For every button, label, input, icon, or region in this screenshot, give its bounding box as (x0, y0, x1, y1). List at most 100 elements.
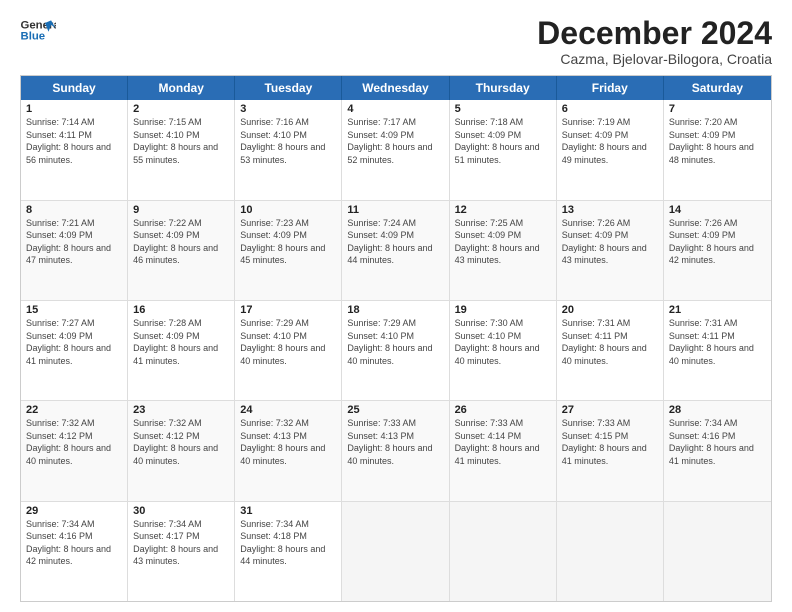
calendar-cell: 28 Sunrise: 7:34 AMSunset: 4:16 PMDayligh… (664, 401, 771, 500)
cell-text: Sunrise: 7:25 AMSunset: 4:09 PMDaylight:… (455, 218, 540, 266)
calendar-cell: 17Sunrise: 7:29 AMSunset: 4:10 PMDayligh… (235, 301, 342, 400)
day-number: 11 (347, 204, 443, 216)
cell-text: Sunrise: 7:15 AMSunset: 4:10 PMDaylight:… (133, 117, 218, 165)
day-number: 2 (133, 103, 229, 115)
calendar-cell: 11Sunrise: 7:24 AMSunset: 4:09 PMDayligh… (342, 201, 449, 300)
calendar-cell (450, 502, 557, 601)
cell-text: Sunrise: 7:34 AMSunset: 4:18 PMDaylight:… (240, 519, 325, 567)
calendar-cell: 10Sunrise: 7:23 AMSunset: 4:09 PMDayligh… (235, 201, 342, 300)
cell-text: Sunrise: 7:22 AMSunset: 4:09 PMDaylight:… (133, 218, 218, 266)
logo-icon: General Blue (20, 16, 56, 44)
logo: General Blue (20, 16, 56, 44)
cell-text: Sunrise: 7:26 AMSunset: 4:09 PMDaylight:… (562, 218, 647, 266)
day-number: 15 (26, 304, 122, 316)
cell-text: Sunrise: 7:30 AMSunset: 4:10 PMDaylight:… (455, 318, 540, 366)
weekday-header: Wednesday (342, 76, 449, 100)
weekday-header: Sunday (21, 76, 128, 100)
day-number: 20 (562, 304, 658, 316)
subtitle: Cazma, Bjelovar-Bilogora, Croatia (537, 51, 772, 67)
cell-text: Sunrise: 7:29 AMSunset: 4:10 PMDaylight:… (347, 318, 432, 366)
calendar-cell (557, 502, 664, 601)
calendar-row: 8 Sunrise: 7:21 AMSunset: 4:09 PMDaylight… (21, 200, 771, 300)
calendar-cell: 26Sunrise: 7:33 AMSunset: 4:14 PMDayligh… (450, 401, 557, 500)
day-number: 22 (26, 404, 122, 416)
cell-text: Sunrise: 7:18 AMSunset: 4:09 PMDaylight:… (455, 117, 540, 165)
cell-text: Sunrise: 7:33 AMSunset: 4:13 PMDaylight:… (347, 418, 432, 466)
day-number: 19 (455, 304, 551, 316)
day-number: 6 (562, 103, 658, 115)
cell-text: Sunrise: 7:32 AMSunset: 4:13 PMDaylight:… (240, 418, 325, 466)
day-number: 29 (26, 505, 122, 517)
calendar-cell: 14 Sunrise: 7:26 AMSunset: 4:09 PMDayligh… (664, 201, 771, 300)
weekday-header: Monday (128, 76, 235, 100)
title-area: December 2024 Cazma, Bjelovar-Bilogora, … (537, 16, 772, 67)
cell-text: Sunrise: 7:34 AMSunset: 4:16 PMDaylight:… (26, 519, 111, 567)
day-number: 31 (240, 505, 336, 517)
cell-text: Sunrise: 7:31 AMSunset: 4:11 PMDaylight:… (562, 318, 647, 366)
day-number: 12 (455, 204, 551, 216)
calendar-cell: 16Sunrise: 7:28 AMSunset: 4:09 PMDayligh… (128, 301, 235, 400)
weekday-header: Tuesday (235, 76, 342, 100)
calendar-cell: 21 Sunrise: 7:31 AMSunset: 4:11 PMDayligh… (664, 301, 771, 400)
calendar-body: 1 Sunrise: 7:14 AMSunset: 4:11 PMDaylight… (21, 100, 771, 601)
calendar-cell: 2 Sunrise: 7:15 AMSunset: 4:10 PMDaylight… (128, 100, 235, 199)
calendar-cell: 27 Sunrise: 7:33 AMSunset: 4:15 PMDayligh… (557, 401, 664, 500)
cell-text: Sunrise: 7:27 AMSunset: 4:09 PMDaylight:… (26, 318, 111, 366)
weekday-header: Saturday (664, 76, 771, 100)
cell-text: Sunrise: 7:21 AMSunset: 4:09 PMDaylight:… (26, 218, 111, 266)
day-number: 17 (240, 304, 336, 316)
calendar-cell: 22Sunrise: 7:32 AMSunset: 4:12 PMDayligh… (21, 401, 128, 500)
day-number: 27 (562, 404, 658, 416)
calendar-cell: 19 Sunrise: 7:30 AMSunset: 4:10 PMDayligh… (450, 301, 557, 400)
cell-text: Sunrise: 7:26 AMSunset: 4:09 PMDaylight:… (669, 218, 754, 266)
cell-text: Sunrise: 7:23 AMSunset: 4:09 PMDaylight:… (240, 218, 325, 266)
main-title: December 2024 (537, 16, 772, 51)
calendar-cell: 6 Sunrise: 7:19 AMSunset: 4:09 PMDaylight… (557, 100, 664, 199)
calendar-row: 15 Sunrise: 7:27 AMSunset: 4:09 PMDayligh… (21, 300, 771, 400)
calendar-cell: 29 Sunrise: 7:34 AMSunset: 4:16 PMDayligh… (21, 502, 128, 601)
calendar-row: 29 Sunrise: 7:34 AMSunset: 4:16 PMDayligh… (21, 501, 771, 601)
calendar-row: 22 Sunrise: 7:32 AMSunset: 4:12 PMDayligh… (21, 400, 771, 500)
day-number: 14 (669, 204, 766, 216)
cell-text: Sunrise: 7:14 AMSunset: 4:11 PMDaylight:… (26, 117, 111, 165)
day-number: 18 (347, 304, 443, 316)
day-number: 13 (562, 204, 658, 216)
calendar-cell: 24 Sunrise: 7:32 AMSunset: 4:13 PMDayligh… (235, 401, 342, 500)
calendar-cell: 31 Sunrise: 7:34 AMSunset: 4:18 PMDayligh… (235, 502, 342, 601)
day-number: 21 (669, 304, 766, 316)
calendar-cell: 20 Sunrise: 7:31 AMSunset: 4:11 PMDayligh… (557, 301, 664, 400)
day-number: 28 (669, 404, 766, 416)
calendar-cell (342, 502, 449, 601)
calendar-cell: 18 Sunrise: 7:29 AMSunset: 4:10 PMDayligh… (342, 301, 449, 400)
calendar-cell: 30Sunrise: 7:34 AMSunset: 4:17 PMDayligh… (128, 502, 235, 601)
cell-text: Sunrise: 7:19 AMSunset: 4:09 PMDaylight:… (562, 117, 647, 165)
day-number: 7 (669, 103, 766, 115)
day-number: 3 (240, 103, 336, 115)
day-number: 26 (455, 404, 551, 416)
cell-text: Sunrise: 7:16 AMSunset: 4:10 PMDaylight:… (240, 117, 325, 165)
day-number: 8 (26, 204, 122, 216)
cell-text: Sunrise: 7:34 AMSunset: 4:16 PMDaylight:… (669, 418, 754, 466)
weekday-header: Friday (557, 76, 664, 100)
calendar-header: SundayMondayTuesdayWednesdayThursdayFrid… (21, 76, 771, 100)
cell-text: Sunrise: 7:32 AMSunset: 4:12 PMDaylight:… (133, 418, 218, 466)
day-number: 23 (133, 404, 229, 416)
calendar-cell: 3 Sunrise: 7:16 AMSunset: 4:10 PMDaylight… (235, 100, 342, 199)
day-number: 24 (240, 404, 336, 416)
calendar-row: 1 Sunrise: 7:14 AMSunset: 4:11 PMDaylight… (21, 100, 771, 199)
cell-text: Sunrise: 7:34 AMSunset: 4:17 PMDaylight:… (133, 519, 218, 567)
day-number: 5 (455, 103, 551, 115)
weekday-header: Thursday (450, 76, 557, 100)
cell-text: Sunrise: 7:31 AMSunset: 4:11 PMDaylight:… (669, 318, 754, 366)
calendar-cell: 25 Sunrise: 7:33 AMSunset: 4:13 PMDayligh… (342, 401, 449, 500)
cell-text: Sunrise: 7:28 AMSunset: 4:09 PMDaylight:… (133, 318, 218, 366)
svg-text:Blue: Blue (21, 31, 46, 43)
day-number: 1 (26, 103, 122, 115)
page: General Blue December 2024 Cazma, Bjelov… (0, 0, 792, 612)
cell-text: Sunrise: 7:33 AMSunset: 4:15 PMDaylight:… (562, 418, 647, 466)
cell-text: Sunrise: 7:17 AMSunset: 4:09 PMDaylight:… (347, 117, 432, 165)
day-number: 25 (347, 404, 443, 416)
calendar-cell: 4Sunrise: 7:17 AMSunset: 4:09 PMDaylight… (342, 100, 449, 199)
calendar-cell: 7Sunrise: 7:20 AMSunset: 4:09 PMDaylight… (664, 100, 771, 199)
calendar-cell: 8 Sunrise: 7:21 AMSunset: 4:09 PMDaylight… (21, 201, 128, 300)
